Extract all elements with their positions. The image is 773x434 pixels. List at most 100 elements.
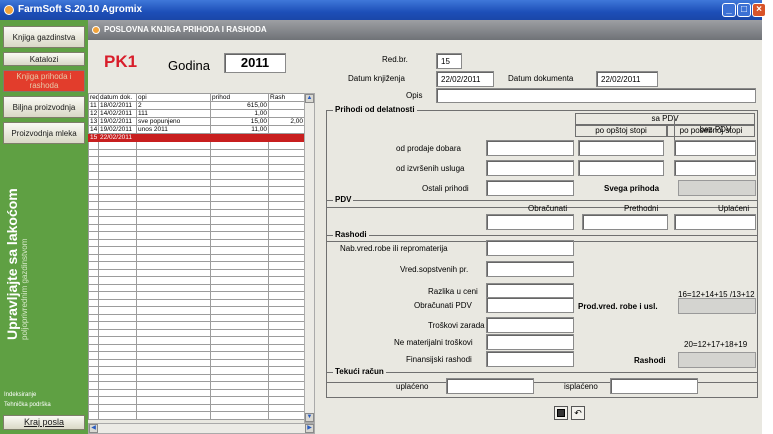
year-field[interactable]: 2011 [224, 53, 286, 73]
table-cell [268, 141, 305, 150]
obracunati-label: Obračunati [528, 204, 568, 213]
column-header[interactable]: red [88, 93, 99, 102]
table-row-empty[interactable] [88, 268, 305, 277]
table-row-empty[interactable] [88, 238, 305, 247]
table-row-empty[interactable] [88, 343, 305, 352]
vred-sopstvenih-field[interactable] [486, 261, 574, 277]
table-row-empty[interactable] [88, 141, 305, 150]
table-row-empty[interactable] [88, 201, 305, 210]
finansijski-field[interactable] [486, 351, 574, 367]
table-row-empty[interactable] [88, 216, 305, 225]
column-header[interactable]: opi [136, 93, 211, 102]
table-row-empty[interactable] [88, 223, 305, 232]
table-row-empty[interactable] [88, 186, 305, 195]
obracunati-pdv-field[interactable] [486, 297, 574, 313]
table-row-empty[interactable] [88, 156, 305, 165]
table-row[interactable]: 12 14/02/2011 111 1,00 [88, 109, 305, 118]
table-row-empty[interactable] [88, 163, 305, 172]
table-row-empty[interactable] [88, 276, 305, 285]
table-row[interactable]: 14 19/02/2011 unos 2011 11,00 [88, 125, 305, 134]
table-row-empty[interactable] [88, 328, 305, 337]
table-horizontal-scrollbar[interactable]: ◀ ▶ [88, 423, 315, 434]
table-cell [210, 231, 269, 240]
sidebar-item-knjiga-gazdinstva[interactable]: Knjiga gazdinstva [3, 26, 85, 48]
table-cell [210, 351, 269, 360]
prodaja-bez-pdv-field[interactable] [674, 140, 756, 156]
table-row-empty[interactable] [88, 283, 305, 292]
table-row-empty[interactable] [88, 381, 305, 390]
table-cell [136, 336, 211, 345]
table-row-empty[interactable] [88, 336, 305, 345]
close-button[interactable]: × [752, 3, 766, 17]
maximize-button[interactable]: □ [737, 3, 751, 17]
table-row[interactable]: 13 19/02/2011 sve popunjeno 15,00 2,00 [88, 117, 305, 126]
table-row-empty[interactable] [88, 403, 305, 412]
troskovi-zarada-field[interactable] [486, 317, 574, 333]
uplaceno-field[interactable] [446, 378, 534, 394]
table-cell [268, 298, 305, 307]
table-row-empty[interactable] [88, 321, 305, 330]
table-row[interactable]: 15 22/02/2011 [88, 133, 305, 142]
indeksiranje-link[interactable]: Indeksiranje [4, 392, 36, 398]
scroll-down-icon[interactable]: ▼ [305, 413, 314, 422]
table-cell [136, 141, 211, 150]
table-row-empty[interactable] [88, 373, 305, 382]
undo-button[interactable]: ↶ [571, 406, 585, 420]
usluge-posebna-field[interactable] [578, 160, 664, 176]
table-row-empty[interactable] [88, 306, 305, 315]
table-row-empty[interactable] [88, 208, 305, 217]
table-row-empty[interactable] [88, 291, 305, 300]
pdv-prethodni-field[interactable] [582, 214, 668, 230]
column-header[interactable]: Rash [268, 93, 305, 102]
usluge-bez-pdv-field[interactable] [674, 160, 756, 176]
table-row-empty[interactable] [88, 388, 305, 397]
isplaceno-field[interactable] [610, 378, 698, 394]
table-cell [98, 253, 137, 262]
scroll-up-icon[interactable]: ▲ [305, 94, 314, 103]
table-row-empty[interactable] [88, 148, 305, 157]
table-row-empty[interactable] [88, 253, 305, 262]
table-row-empty[interactable] [88, 313, 305, 322]
table-row-empty[interactable] [88, 411, 305, 420]
datum-knjizenja-field[interactable]: 22/02/2011 [436, 71, 494, 87]
table-cell [136, 261, 211, 270]
table-row-empty[interactable] [88, 351, 305, 360]
table-cell [88, 268, 99, 277]
save-button[interactable] [554, 406, 568, 420]
scroll-right-icon[interactable]: ▶ [305, 424, 314, 433]
scroll-left-icon[interactable]: ◀ [89, 424, 98, 433]
table-vertical-scrollbar[interactable]: ▲ ▼ [304, 93, 315, 423]
table-row-empty[interactable] [88, 358, 305, 367]
redbr-field[interactable]: 15 [436, 53, 462, 69]
nematerijalni-field[interactable] [486, 334, 574, 350]
table-cell [268, 223, 305, 232]
prodaja-opsta-field[interactable] [486, 140, 574, 156]
column-header[interactable]: prihod [210, 93, 269, 102]
prodaja-label: od prodaje dobara [396, 144, 461, 153]
kraj-posla-button[interactable]: Kraj posla [3, 415, 85, 430]
table-cell: 11,00 [210, 125, 269, 134]
table-row-empty[interactable] [88, 366, 305, 375]
nab-vred-field[interactable] [486, 240, 574, 256]
pdv-obracunati-field[interactable] [486, 214, 574, 230]
table-row[interactable]: 11 18/02/2011 2 615,00 [88, 101, 305, 110]
ostali-prihodi-field[interactable] [486, 180, 574, 196]
opis-field[interactable] [436, 88, 756, 103]
table-row-empty[interactable] [88, 231, 305, 240]
table-row-empty[interactable] [88, 178, 305, 187]
table-cell [210, 336, 269, 345]
table-row-empty[interactable] [88, 171, 305, 180]
usluge-opsta-field[interactable] [486, 160, 574, 176]
minimize-button[interactable]: _ [722, 3, 736, 17]
column-header[interactable]: datum dok. [98, 93, 137, 102]
datum-dokumenta-field[interactable]: 22/02/2011 [596, 71, 658, 87]
table-row-empty[interactable] [88, 298, 305, 307]
prodaja-posebna-field[interactable] [578, 140, 664, 156]
table-row-empty[interactable] [88, 193, 305, 202]
table-row-empty[interactable] [88, 261, 305, 270]
pdv-uplaceni-field[interactable] [674, 214, 756, 230]
table-row-empty[interactable] [88, 246, 305, 255]
table-cell [136, 403, 211, 412]
table-row-empty[interactable] [88, 396, 305, 405]
tehnicka-podrska-link[interactable]: Tehnička podrška [4, 402, 51, 408]
